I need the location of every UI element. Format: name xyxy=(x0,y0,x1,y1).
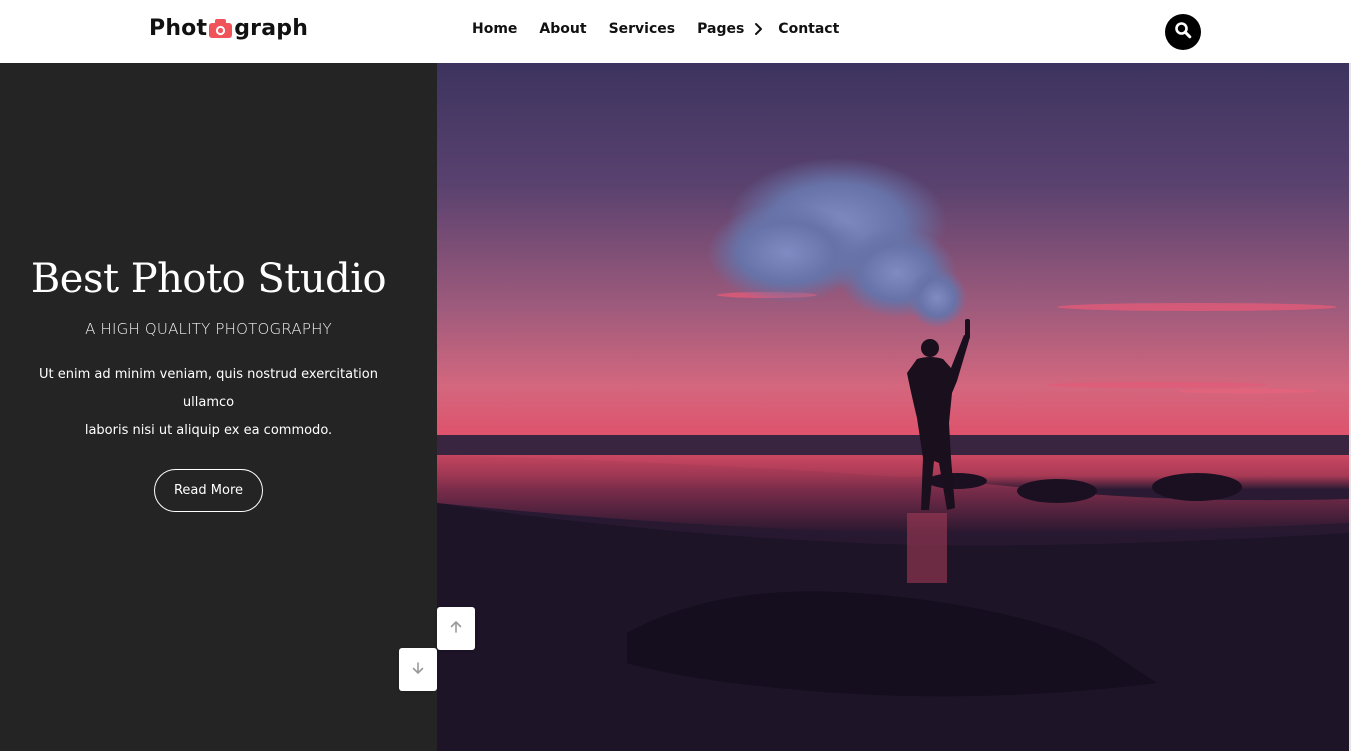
hero-title: Best Photo Studio xyxy=(30,256,387,302)
nav-pages[interactable]: Pages xyxy=(697,21,744,37)
nav-contact[interactable]: Contact xyxy=(778,21,839,37)
main-nav: Home About Services Pages Contact xyxy=(472,21,861,37)
logo-text-left: Phot xyxy=(149,16,208,41)
camera-icon xyxy=(208,18,233,39)
arrow-down-icon xyxy=(411,660,425,679)
nav-about[interactable]: About xyxy=(539,21,586,37)
search-icon xyxy=(1174,21,1192,43)
slider-next-button[interactable] xyxy=(399,648,437,691)
site-header: Phot graph Home About Services Pages Con… xyxy=(0,0,1351,63)
hero-description-line: laboris nisi ut aliquip ex ea commodo. xyxy=(84,423,333,438)
hero-text-panel: Best Photo Studio A HIGH QUALITY PHOTOGR… xyxy=(0,63,437,751)
hero-subtitle: A HIGH QUALITY PHOTOGRAPHY xyxy=(85,320,332,338)
nav-services[interactable]: Services xyxy=(609,21,676,37)
nav-home[interactable]: Home xyxy=(472,21,517,37)
search-button[interactable] xyxy=(1165,14,1201,50)
arrow-up-icon xyxy=(449,619,463,638)
slider-prev-button[interactable] xyxy=(437,607,475,650)
site-logo[interactable]: Phot graph xyxy=(149,16,308,41)
hero-photo xyxy=(437,63,1349,751)
read-more-button[interactable]: Read More xyxy=(154,469,263,512)
sunset-silhouette-image xyxy=(437,63,1349,751)
chevron-right-icon[interactable] xyxy=(754,22,764,36)
hero-description-line: Ut enim ad minim veniam, quis nostrud ex… xyxy=(39,367,378,410)
logo-text-right: graph xyxy=(234,16,309,41)
hero-description: Ut enim ad minim veniam, quis nostrud ex… xyxy=(20,361,397,445)
